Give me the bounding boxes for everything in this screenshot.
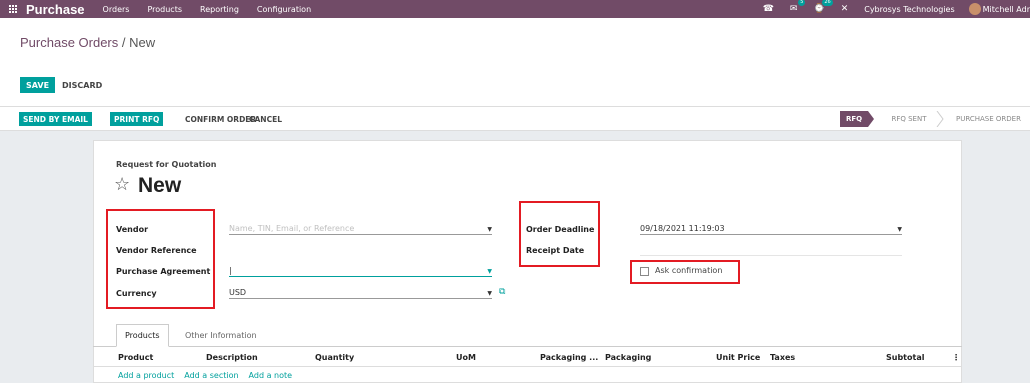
breadcrumb: Purchase Orders / New (20, 35, 155, 50)
highlight-box-left-labels (106, 209, 215, 309)
top-navbar: Purchase Orders Products Reporting Confi… (0, 0, 1030, 18)
avatar[interactable] (968, 3, 981, 15)
vendor-input[interactable]: Name, TIN, Email, or Reference ▼ (229, 224, 492, 235)
column-options-icon[interactable]: ⋮ (952, 353, 960, 362)
stage-rfq-sent[interactable]: RFQ SENT (880, 111, 938, 127)
chat-glyph: ✉ (789, 4, 798, 14)
print-rfq-button[interactable]: PRINT RFQ (110, 112, 164, 126)
stage-separator-icon (936, 111, 944, 127)
status-bar: SEND BY EMAIL PRINT RFQ CONFIRM ORDER CA… (0, 107, 1030, 131)
save-button[interactable]: SAVE (20, 77, 56, 93)
currency-select[interactable]: USD ▼ (229, 288, 492, 299)
currency-value: USD (229, 288, 247, 297)
column-unit-price[interactable]: Unit Price (716, 353, 760, 362)
column-taxes[interactable]: Taxes (770, 353, 795, 362)
phone-icon[interactable]: ☎ (763, 4, 774, 14)
add-note-link[interactable]: Add a note (249, 371, 293, 380)
activity-icon[interactable]: ⌚ 26 (813, 0, 833, 14)
vendor-reference-input[interactable] (229, 245, 492, 256)
add-section-link[interactable]: Add a section (184, 371, 238, 380)
order-lines-header: Product Description Quantity UoM Packagi… (94, 347, 961, 367)
tab-products[interactable]: Products (116, 324, 169, 347)
column-description[interactable]: Description (206, 353, 258, 362)
order-deadline-value: 09/18/2021 11:19:03 (640, 224, 725, 233)
company-switcher[interactable]: Cybrosys Technologies (864, 5, 954, 14)
control-panel (0, 18, 1030, 107)
breadcrumb-current: New (129, 35, 156, 50)
stage-arrow-icon (868, 111, 874, 127)
apps-menu-icon[interactable] (0, 0, 26, 18)
chat-icon[interactable]: ✉ 5 (789, 0, 806, 14)
activity-badge: 26 (822, 0, 833, 6)
column-packaging[interactable]: Packaging (605, 353, 651, 362)
purchase-agreement-value: | (229, 266, 232, 275)
document-name: New (138, 174, 182, 197)
highlight-box-ask-confirmation (630, 260, 740, 284)
menu-configuration[interactable]: Configuration (257, 5, 311, 14)
star-icon[interactable]: ☆ (114, 175, 130, 195)
menu-orders[interactable]: Orders (103, 5, 130, 14)
chevron-down-icon[interactable]: ▼ (487, 268, 492, 275)
purchase-agreement-input[interactable]: | ▼ (229, 266, 492, 277)
column-product[interactable]: Product (118, 353, 153, 362)
line-actions: Add a product Add a section Add a note (118, 371, 302, 380)
column-packaging-qty[interactable]: Packaging ... (540, 353, 598, 362)
receipt-date-input[interactable] (640, 245, 902, 256)
external-link-icon[interactable]: ⧉ (499, 287, 505, 297)
vendor-placeholder: Name, TIN, Email, or Reference (229, 224, 355, 233)
highlight-box-right-labels (519, 201, 600, 267)
chevron-down-icon[interactable]: ▼ (897, 226, 902, 233)
column-uom[interactable]: UoM (456, 353, 476, 362)
discard-button[interactable]: DISCARD (62, 77, 102, 93)
send-by-email-button[interactable]: SEND BY EMAIL (19, 112, 92, 126)
stage-purchase-order[interactable]: PURCHASE ORDER (950, 111, 1030, 127)
menu-reporting[interactable]: Reporting (200, 5, 239, 14)
tab-other-information[interactable]: Other Information (177, 324, 265, 347)
chevron-down-icon[interactable]: ▼ (487, 290, 492, 297)
column-subtotal[interactable]: Subtotal (886, 353, 924, 362)
document-type: Request for Quotation (116, 160, 217, 169)
chevron-down-icon[interactable]: ▼ (487, 226, 492, 233)
column-quantity[interactable]: Quantity (315, 353, 354, 362)
order-deadline-input[interactable]: 09/18/2021 11:19:03 ▼ (640, 224, 902, 235)
user-menu[interactable]: Mitchell Adr (983, 5, 1030, 14)
breadcrumb-separator: / (118, 35, 130, 50)
stage-rfq[interactable]: RFQ (840, 111, 868, 127)
app-name[interactable]: Purchase (26, 2, 85, 17)
chat-badge: 5 (798, 0, 806, 6)
cancel-button[interactable]: CANCEL (245, 112, 286, 126)
menu-products[interactable]: Products (147, 5, 182, 14)
add-product-link[interactable]: Add a product (118, 371, 174, 380)
breadcrumb-parent-link[interactable]: Purchase Orders (20, 35, 118, 50)
close-icon[interactable]: ✕ (841, 4, 849, 14)
